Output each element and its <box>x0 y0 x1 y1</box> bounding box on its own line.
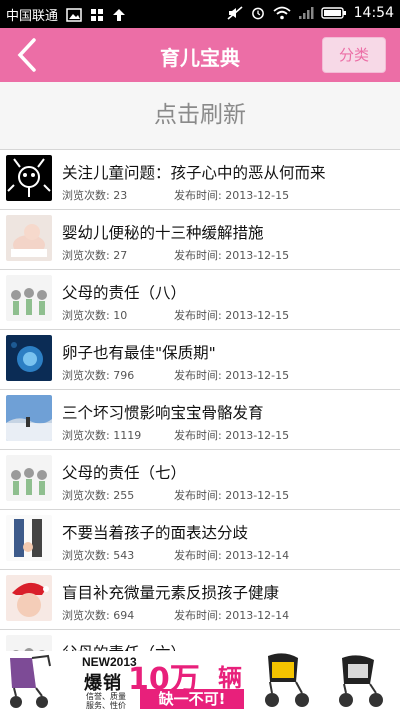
ad-tagline: 缺一不可! <box>140 689 244 709</box>
article-thumbnail <box>6 335 52 381</box>
list-item[interactable]: 婴幼儿便秘的十三种缓解措施 浏览次数: 27 发布时间: 2013-12-15 <box>0 209 400 269</box>
mute-icon <box>227 6 243 20</box>
status-bar: 中国联通 14:54 <box>0 0 400 28</box>
article-title: 父母的责任（七） <box>62 464 187 482</box>
grid-icon <box>91 8 104 21</box>
upload-arrow-icon <box>113 8 126 21</box>
publish-date: 发布时间: 2013-12-15 <box>174 429 290 442</box>
article-title: 卵子也有最佳"保质期" <box>62 344 216 362</box>
article-title: 关注儿童问题：孩子心中的恶从何而来 <box>62 164 326 182</box>
article-thumbnail <box>6 275 52 321</box>
view-count: 浏览次数: 694 <box>62 609 135 622</box>
alarm-icon <box>251 7 264 20</box>
article-list: 关注儿童问题：孩子心中的恶从何而来 浏览次数: 23 发布时间: 2013-12-… <box>0 149 400 689</box>
ad-banner[interactable]: NEW2013 爆销 10万 辆 信誉、质量 服务、性价 缺一不可! <box>0 651 400 711</box>
publish-date: 发布时间: 2013-12-15 <box>174 309 290 322</box>
article-meta: 浏览次数: 1119 发布时间: 2013-12-15 <box>62 427 289 443</box>
article-meta: 浏览次数: 255 发布时间: 2013-12-15 <box>62 487 289 503</box>
publish-date: 发布时间: 2013-12-15 <box>174 489 290 502</box>
image-icon <box>66 7 82 22</box>
publish-date: 发布时间: 2013-12-15 <box>174 369 290 382</box>
article-meta: 浏览次数: 10 发布时间: 2013-12-15 <box>62 307 289 323</box>
view-count: 浏览次数: 1119 <box>62 429 142 442</box>
stroller-image-right-2 <box>339 655 383 707</box>
article-title: 盲目补充微量元素反损孩子健康 <box>62 584 280 602</box>
article-title: 婴幼儿便秘的十三种缓解措施 <box>62 224 264 242</box>
category-button[interactable]: 分类 <box>322 37 386 73</box>
publish-date: 发布时间: 2013-12-14 <box>174 609 290 622</box>
article-title: 不要当着孩子的面表达分歧 <box>62 524 249 542</box>
article-meta: 浏览次数: 694 发布时间: 2013-12-14 <box>62 607 289 623</box>
article-thumbnail <box>6 515 52 561</box>
article-title: 父母的责任（八） <box>62 284 187 302</box>
view-count: 浏览次数: 796 <box>62 369 135 382</box>
wifi-icon <box>273 6 291 20</box>
publish-date: 发布时间: 2013-12-15 <box>174 249 290 262</box>
view-count: 浏览次数: 10 <box>62 309 128 322</box>
list-item[interactable]: 不要当着孩子的面表达分歧 浏览次数: 543 发布时间: 2013-12-14 <box>0 509 400 569</box>
signal-icon <box>298 7 314 19</box>
view-count: 浏览次数: 27 <box>62 249 128 262</box>
refresh-button[interactable]: 点击刷新 <box>0 82 400 149</box>
view-count: 浏览次数: 543 <box>62 549 135 562</box>
view-count: 浏览次数: 255 <box>62 489 135 502</box>
clock-label: 14:54 <box>353 5 394 21</box>
list-item[interactable]: 三个坏习惯影响宝宝骨骼发育 浏览次数: 1119 发布时间: 2013-12-15 <box>0 389 400 449</box>
article-meta: 浏览次数: 543 发布时间: 2013-12-14 <box>62 547 289 563</box>
app-header: 育儿宝典 分类 <box>0 28 400 82</box>
stroller-image-right-1 <box>265 653 309 707</box>
list-item[interactable]: 关注儿童问题：孩子心中的恶从何而来 浏览次数: 23 发布时间: 2013-12-… <box>0 149 400 209</box>
stroller-image-left <box>10 654 51 708</box>
article-thumbnail <box>6 395 52 441</box>
list-item[interactable]: 盲目补充微量元素反损孩子健康 浏览次数: 694 发布时间: 2013-12-14 <box>0 569 400 629</box>
article-thumbnail <box>6 455 52 501</box>
article-meta: 浏览次数: 27 发布时间: 2013-12-15 <box>62 247 289 263</box>
article-meta: 浏览次数: 796 发布时间: 2013-12-15 <box>62 367 289 383</box>
battery-icon <box>320 7 346 19</box>
list-item[interactable]: 父母的责任（七） 浏览次数: 255 发布时间: 2013-12-15 <box>0 449 400 509</box>
publish-date: 发布时间: 2013-12-15 <box>174 189 290 202</box>
article-meta: 浏览次数: 23 发布时间: 2013-12-15 <box>62 187 289 203</box>
list-item[interactable]: 卵子也有最佳"保质期" 浏览次数: 796 发布时间: 2013-12-15 <box>0 329 400 389</box>
carrier-label: 中国联通 <box>6 9 59 24</box>
ad-subtag-2: 服务、性价 <box>86 701 126 710</box>
article-thumbnail <box>6 155 52 201</box>
view-count: 浏览次数: 23 <box>62 189 128 202</box>
publish-date: 发布时间: 2013-12-14 <box>174 549 290 562</box>
article-thumbnail <box>6 215 52 261</box>
article-thumbnail <box>6 575 52 621</box>
ad-headline-c: 辆 <box>218 664 242 692</box>
article-title: 三个坏习惯影响宝宝骨骼发育 <box>62 404 264 422</box>
list-item[interactable]: 父母的责任（八） 浏览次数: 10 发布时间: 2013-12-15 <box>0 269 400 329</box>
